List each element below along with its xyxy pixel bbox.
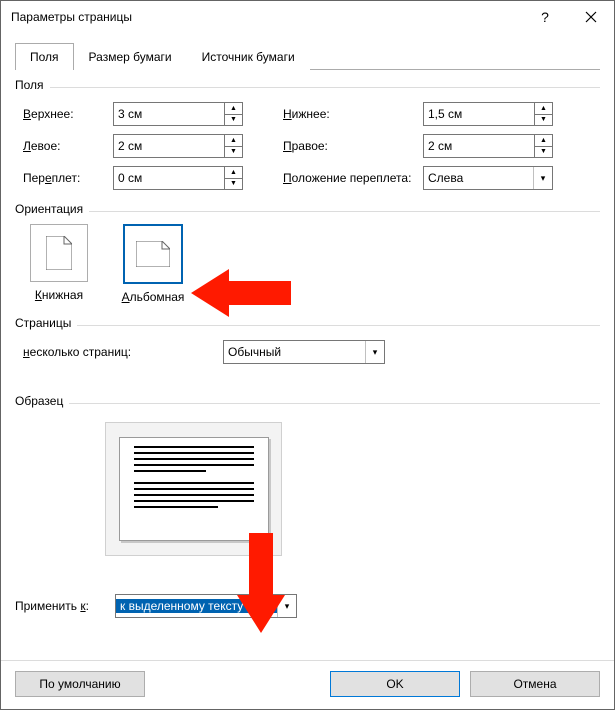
combo-multiple-pages-value: Обычный (224, 345, 365, 359)
spinner-up-icon[interactable]: ▲ (535, 103, 552, 114)
page-preview (105, 422, 282, 556)
input-right-margin-field[interactable] (424, 135, 534, 157)
input-right-margin[interactable]: ▲▼ (423, 134, 553, 158)
spinner-down-icon[interactable]: ▼ (225, 114, 242, 126)
title-bar: Параметры страницы ? (1, 1, 614, 33)
group-margins-label: Поля (15, 78, 44, 92)
label-gutter-position: Положение переплета: (283, 171, 423, 185)
chevron-down-icon: ▾ (365, 341, 384, 363)
orientation-landscape-label: Альбомная (117, 290, 189, 304)
group-pages-label: Страницы (15, 316, 71, 330)
spinner-down-icon[interactable]: ▼ (225, 178, 242, 190)
input-left-margin-field[interactable] (114, 135, 224, 157)
input-left-margin[interactable]: ▲▼ (113, 134, 243, 158)
input-bottom-margin-field[interactable] (424, 103, 534, 125)
input-top-margin-field[interactable] (114, 103, 224, 125)
spinner-down-icon[interactable]: ▼ (535, 114, 552, 126)
label-gutter: Переплет: (23, 171, 113, 185)
label-bottom: Нижнее: (283, 107, 423, 121)
chevron-down-icon: ▾ (277, 595, 296, 617)
ok-button[interactable]: OK (330, 671, 460, 697)
page-setup-dialog: Параметры страницы ? Поля Размер бумаги … (0, 0, 615, 710)
tab-paper-size[interactable]: Размер бумаги (74, 43, 187, 70)
orientation-portrait[interactable]: Книжная (23, 224, 95, 302)
tab-margins[interactable]: Поля (15, 43, 74, 70)
spinner-up-icon[interactable]: ▲ (225, 103, 242, 114)
label-multiple-pages: несколько страниц: (23, 345, 199, 359)
combo-apply-to-value: к выделенному тексту (116, 599, 277, 613)
close-icon (585, 11, 597, 23)
label-right: Правое: (283, 139, 423, 153)
spinner-up-icon[interactable]: ▲ (225, 135, 242, 146)
dialog-footer: По умолчанию OK Отмена (1, 660, 614, 709)
input-bottom-margin[interactable]: ▲▼ (423, 102, 553, 126)
combo-gutter-position-value: Слева (424, 171, 533, 185)
label-top: Верхнее: (23, 107, 113, 121)
input-gutter[interactable]: ▲▼ (113, 166, 243, 190)
input-top-margin[interactable]: ▲▼ (113, 102, 243, 126)
group-margins: Поля Верхнее: ▲▼ Нижнее: ▲▼ Левое: (15, 78, 600, 190)
default-button[interactable]: По умолчанию (15, 671, 145, 697)
spinner-up-icon[interactable]: ▲ (535, 135, 552, 146)
landscape-page-icon (123, 224, 183, 284)
group-pages: Страницы несколько страниц: Обычный ▾ (15, 316, 600, 364)
combo-apply-to[interactable]: к выделенному тексту ▾ (115, 594, 297, 618)
label-left: Левое: (23, 139, 113, 153)
close-button[interactable] (568, 1, 614, 33)
apply-to-row: Применить к: к выделенному тексту ▾ (15, 594, 600, 618)
orientation-landscape[interactable]: Альбомная (117, 224, 189, 304)
group-orientation: Ориентация Книжная Альбомная (15, 202, 600, 304)
portrait-page-icon (30, 224, 88, 282)
group-orientation-label: Ориентация (15, 202, 83, 216)
group-preview: Образец (15, 394, 600, 556)
combo-multiple-pages[interactable]: Обычный ▾ (223, 340, 385, 364)
spinner-down-icon[interactable]: ▼ (535, 146, 552, 158)
help-button[interactable]: ? (522, 1, 568, 33)
combo-gutter-position[interactable]: Слева ▾ (423, 166, 553, 190)
input-gutter-field[interactable] (114, 167, 224, 189)
chevron-down-icon: ▾ (533, 167, 552, 189)
tab-strip: Поля Размер бумаги Источник бумаги (15, 43, 600, 70)
tab-paper-source[interactable]: Источник бумаги (187, 43, 310, 70)
orientation-portrait-label: Книжная (23, 288, 95, 302)
cancel-button[interactable]: Отмена (470, 671, 600, 697)
spinner-up-icon[interactable]: ▲ (225, 167, 242, 178)
spinner-down-icon[interactable]: ▼ (225, 146, 242, 158)
preview-page-icon (119, 437, 269, 541)
label-apply-to: Применить к: (15, 599, 107, 613)
group-preview-label: Образец (15, 394, 63, 408)
dialog-title: Параметры страницы (11, 10, 522, 24)
